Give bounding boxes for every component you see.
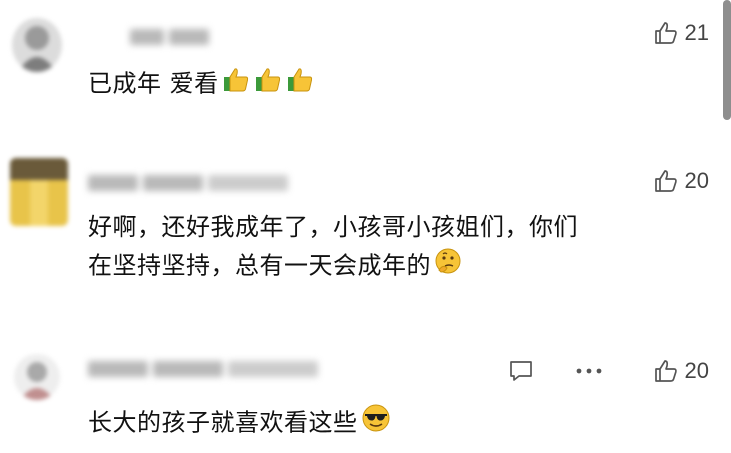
username-redacted[interactable]	[130, 26, 220, 48]
reply-button[interactable]	[508, 358, 534, 388]
comment-text: 好啊，还好我成年了，小孩哥小孩姐们，你们 在坚持坚持，总有一天会成年的	[88, 208, 578, 287]
avatar[interactable]	[12, 18, 62, 72]
username-redacted[interactable]	[88, 358, 388, 380]
avatar[interactable]	[10, 158, 68, 226]
scrollbar[interactable]	[723, 0, 731, 120]
thumbs-up-emoji	[221, 64, 251, 105]
comment-body: 已成年 爱看	[88, 69, 219, 98]
username-redacted[interactable]	[88, 172, 318, 194]
comment-body-line-text: 在坚持坚持，总有一天会成年的	[88, 251, 431, 280]
comment-text: 长大的孩子就喜欢看这些	[88, 402, 392, 445]
thumbs-up-emoji	[285, 64, 315, 105]
comment-item: 21 已成年 爱看	[0, 0, 731, 130]
comment-item: 20 好啊，还好我成年了，小孩哥小孩姐们，你们 在坚持坚持，总有一天会成年的	[0, 150, 731, 320]
thumbs-up-outline-icon	[654, 360, 677, 382]
comment-body-line: 在坚持坚持，总有一天会成年的	[88, 246, 578, 287]
like-count: 21	[684, 20, 709, 45]
like-button[interactable]: 20	[653, 166, 709, 196]
thumbs-up-outline-icon	[654, 170, 677, 192]
like-count: 20	[684, 358, 709, 383]
avatar[interactable]	[14, 354, 60, 400]
like-button[interactable]: 20	[653, 356, 709, 386]
sunglasses-face-emoji	[360, 402, 392, 445]
thinking-face-emoji	[433, 246, 463, 287]
comment-body-line: 好啊，还好我成年了，小孩哥小孩姐们，你们	[88, 213, 578, 241]
thumbs-up-outline-icon	[654, 22, 677, 44]
comment-icon	[510, 361, 532, 381]
comment-body: 长大的孩子就喜欢看这些	[88, 408, 358, 437]
like-count: 20	[684, 168, 709, 193]
thumbs-up-emoji	[253, 64, 283, 105]
comment-text: 已成年 爱看	[88, 64, 315, 105]
more-dots-icon	[576, 368, 602, 374]
comment-item: 20 长大的孩子就喜欢看这些	[0, 340, 731, 453]
more-button[interactable]	[574, 358, 604, 388]
like-button[interactable]: 21	[653, 18, 709, 48]
